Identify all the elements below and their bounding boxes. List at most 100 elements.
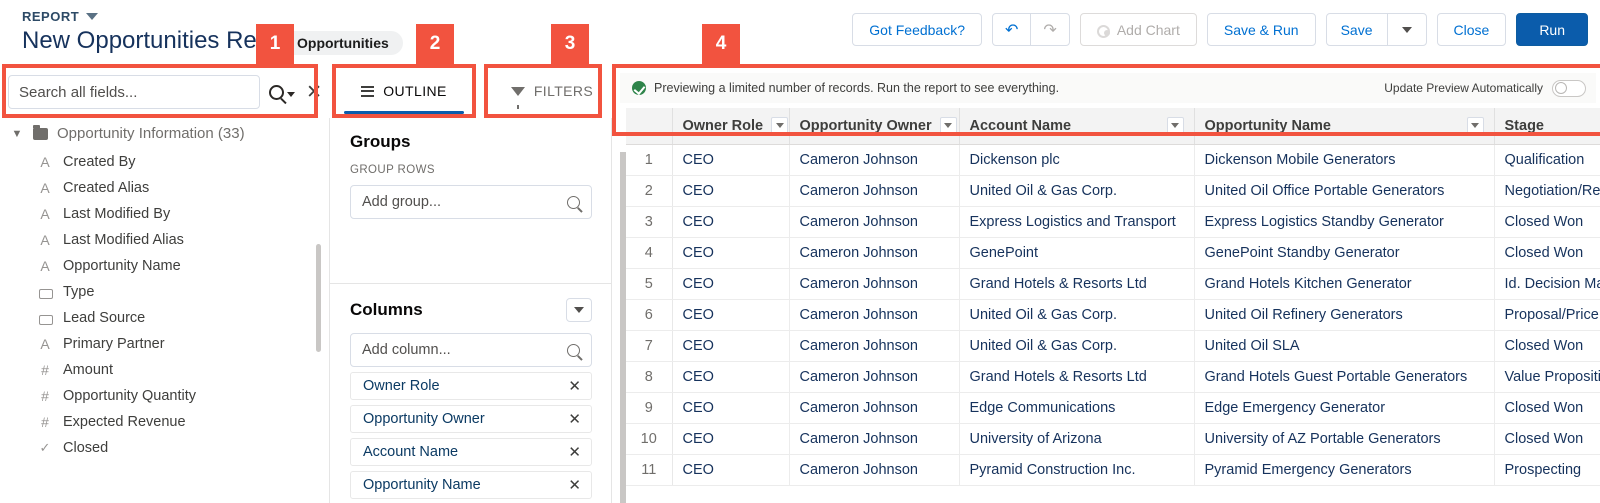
update-preview-control: Update Preview Automatically bbox=[1384, 79, 1586, 97]
field-list-item[interactable]: A Created Alias bbox=[0, 175, 329, 201]
header-toolbar: Got Feedback? ↶ ↷ Add Chart Save & Run S… bbox=[852, 13, 1588, 46]
outline-panel: Groups GROUP ROWS Add group... Columns A… bbox=[330, 118, 612, 503]
cell-row: 11 bbox=[626, 454, 673, 486]
column-menu-chevron-down-icon[interactable] bbox=[771, 117, 789, 135]
cell-account_name: Pyramid Construction Inc. bbox=[959, 454, 1195, 486]
cell-stage: Id. Decision Makers bbox=[1494, 268, 1600, 300]
search-icon bbox=[567, 343, 580, 357]
table-row[interactable]: 5 CEO Cameron Johnson Grand Hotels & Resort… bbox=[626, 268, 1600, 300]
columns-menu-chevron-down-icon[interactable] bbox=[566, 298, 592, 322]
selected-column-chip[interactable]: Opportunity Owner ✕ bbox=[350, 405, 592, 433]
table-row[interactable]: 11 CEO Cameron Johnson Pyramid Construction… bbox=[626, 454, 1600, 486]
field-list-item[interactable]: A Last Modified By bbox=[0, 201, 329, 227]
selected-column-chip[interactable]: Account Name ✕ bbox=[350, 438, 592, 466]
table-row[interactable]: 2 CEO Cameron Johnson United Oil & Gas Corp… bbox=[626, 175, 1600, 207]
field-list-item[interactable]: ✓ Closed bbox=[0, 435, 329, 461]
add-group-input[interactable]: Add group... bbox=[350, 185, 592, 219]
save-and-run-button[interactable]: Save & Run bbox=[1206, 13, 1316, 46]
got-feedback-button[interactable]: Got Feedback? bbox=[852, 13, 983, 46]
selected-column-label: Opportunity Owner bbox=[363, 411, 485, 427]
columns-header: Columns bbox=[350, 298, 592, 322]
column-header-owner_role[interactable]: Owner Role bbox=[672, 108, 790, 145]
table-row[interactable]: 4 CEO Cameron Johnson GenePoint GenePoint St… bbox=[626, 237, 1600, 269]
selected-column-chip[interactable]: Owner Role ✕ bbox=[350, 372, 592, 400]
selected-column-chip[interactable]: Opportunity Name ✕ bbox=[350, 471, 592, 499]
column-header-label: Account Name bbox=[969, 117, 1072, 134]
column-menu-chevron-down-icon[interactable] bbox=[1466, 117, 1484, 135]
table-row[interactable]: 1 CEO Cameron Johnson Dickenson plc Dickenso… bbox=[626, 144, 1600, 176]
field-list-item[interactable]: A Last Modified Alias bbox=[0, 227, 329, 253]
cell-opportunity_name: Dickenson Mobile Generators bbox=[1194, 144, 1495, 176]
cell-opportunity_name: GenePoint Standby Generator bbox=[1194, 237, 1495, 269]
field-list-item[interactable]: Lead Source bbox=[0, 305, 329, 331]
table-row[interactable]: 6 CEO Cameron Johnson United Oil & Gas Corp… bbox=[626, 299, 1600, 331]
remove-column-close-icon[interactable]: ✕ bbox=[568, 476, 581, 494]
tab-filters[interactable]: FILTERS bbox=[478, 64, 626, 118]
table-row[interactable]: 9 CEO Cameron Johnson Edge Communications Ed… bbox=[626, 392, 1600, 424]
grid-vertical-scrollbar[interactable] bbox=[620, 152, 626, 503]
cell-opportunity_name: Grand Hotels Guest Portable Generators bbox=[1194, 361, 1495, 393]
cell-opportunity_owner: Cameron Johnson bbox=[789, 144, 960, 176]
search-input[interactable]: Search all fields... bbox=[8, 75, 261, 109]
table-row[interactable]: 8 CEO Cameron Johnson Grand Hotels & Resort… bbox=[626, 361, 1600, 393]
field-list-item-label: Amount bbox=[63, 362, 113, 378]
redo-icon[interactable]: ↷ bbox=[1031, 14, 1068, 45]
tab-outline[interactable]: OUTLINE bbox=[330, 64, 478, 118]
fields-panel-scrollbar[interactable] bbox=[316, 244, 321, 352]
add-chart-button[interactable]: Add Chart bbox=[1079, 13, 1197, 46]
column-header-stage[interactable]: Stage bbox=[1494, 108, 1600, 145]
field-list-item-label: Last Modified Alias bbox=[63, 232, 184, 248]
undo-icon[interactable]: ↶ bbox=[993, 14, 1032, 45]
cell-account_name: Grand Hotels & Resorts Ltd bbox=[959, 268, 1195, 300]
cell-row: 3 bbox=[626, 206, 673, 238]
column-header-label: Owner Role bbox=[682, 117, 764, 134]
column-header-account_name[interactable]: Account Name bbox=[959, 108, 1195, 145]
field-folder-opportunity-information[interactable]: ▼ Opportunity Information (33) bbox=[0, 118, 329, 149]
add-chart-label: Add Chart bbox=[1116, 21, 1180, 38]
table-row[interactable]: 10 CEO Cameron Johnson University of Arizon… bbox=[626, 423, 1600, 455]
cell-owner_role: CEO bbox=[672, 175, 790, 207]
cell-stage: Closed Won bbox=[1494, 206, 1600, 238]
field-list-item[interactable]: # Opportunity Quantity bbox=[0, 383, 329, 409]
column-header-opportunity_owner[interactable]: Opportunity Owner bbox=[789, 108, 960, 145]
field-list-item-label: Type bbox=[63, 284, 95, 300]
field-list-item[interactable]: # Expected Revenue bbox=[0, 409, 329, 435]
remove-column-close-icon[interactable]: ✕ bbox=[568, 377, 581, 395]
update-preview-toggle[interactable] bbox=[1552, 79, 1586, 97]
remove-column-close-icon[interactable]: ✕ bbox=[568, 443, 581, 461]
cell-row: 2 bbox=[626, 175, 673, 207]
field-list-item[interactable]: A Created By bbox=[0, 149, 329, 175]
field-list-item[interactable]: A Primary Partner bbox=[0, 331, 329, 357]
report-kicker-label: REPORT bbox=[22, 9, 80, 24]
field-list-item-label: Closed bbox=[63, 440, 109, 456]
column-header-label: Stage bbox=[1504, 117, 1545, 134]
cell-row: 5 bbox=[626, 268, 673, 300]
save-menu-chevron-down-icon[interactable] bbox=[1388, 14, 1426, 45]
report-type-selector[interactable]: REPORT bbox=[22, 9, 99, 24]
cell-owner_role: CEO bbox=[672, 144, 790, 176]
cell-account_name: University of Arizona bbox=[959, 423, 1195, 455]
column-menu-chevron-down-icon[interactable] bbox=[939, 117, 957, 135]
search-all-fields-container: Search all fields... ✕ bbox=[8, 72, 322, 112]
column-header-row[interactable] bbox=[626, 108, 673, 145]
field-list-item-label: Created By bbox=[63, 154, 136, 170]
add-column-input[interactable]: Add column... bbox=[350, 333, 592, 367]
search-scope-button[interactable] bbox=[269, 84, 296, 100]
remove-column-close-icon[interactable]: ✕ bbox=[568, 410, 581, 428]
column-menu-chevron-down-icon[interactable] bbox=[1166, 117, 1184, 135]
text-field-type-icon: A bbox=[40, 336, 50, 352]
table-header-row: Owner Role Opportunity Owner Account Name O… bbox=[626, 108, 1600, 145]
field-list-item[interactable]: A Opportunity Name bbox=[0, 253, 329, 279]
close-button[interactable]: Close bbox=[1436, 13, 1507, 46]
table-row[interactable]: 7 CEO Cameron Johnson United Oil & Gas Corp… bbox=[626, 330, 1600, 362]
clear-search-close-icon[interactable]: ✕ bbox=[306, 83, 322, 102]
save-button[interactable]: Save bbox=[1327, 14, 1388, 45]
cell-stage: Closed Won bbox=[1494, 330, 1600, 362]
table-row[interactable]: 3 CEO Cameron Johnson Express Logistics and… bbox=[626, 206, 1600, 238]
column-header-opportunity_name[interactable]: Opportunity Name bbox=[1194, 108, 1495, 145]
folder-icon bbox=[33, 124, 48, 140]
run-button[interactable]: Run bbox=[1516, 13, 1588, 46]
cell-opportunity_owner: Cameron Johnson bbox=[789, 206, 960, 238]
field-list-item[interactable]: Type bbox=[0, 279, 329, 305]
field-list-item[interactable]: # Amount bbox=[0, 357, 329, 383]
